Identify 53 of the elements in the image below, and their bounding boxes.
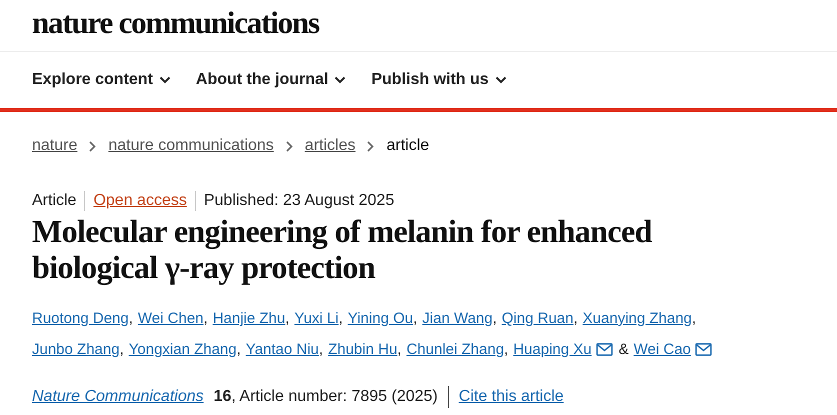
- breadcrumb-link[interactable]: articles: [304, 137, 356, 155]
- volume-number: 16: [214, 388, 232, 406]
- mail-icon[interactable]: [694, 343, 712, 356]
- author-link[interactable]: Yongxian Zhang: [128, 334, 237, 365]
- journal-link[interactable]: Nature Communications: [32, 388, 204, 406]
- author-link[interactable]: Junbo Zhang: [32, 334, 120, 365]
- separator: ,: [236, 340, 241, 360]
- author-link[interactable]: Chunlei Zhang: [406, 334, 504, 365]
- separator: ,: [692, 309, 696, 329]
- author-link[interactable]: Xuanying Zhang: [582, 303, 692, 334]
- article-number: , Article number: 7895 (2025): [231, 388, 438, 406]
- chevron-icon: [158, 76, 171, 84]
- breadcrumb-current: article: [386, 137, 430, 155]
- chevron-icon: [367, 140, 374, 152]
- separator: ,: [285, 309, 290, 329]
- author-link[interactable]: Huaping Xu: [513, 334, 592, 365]
- separator: ,: [573, 309, 578, 329]
- author-link[interactable]: Hanjie Zhu: [212, 303, 286, 334]
- mail-icon[interactable]: [596, 343, 613, 356]
- breadcrumb-link[interactable]: nature: [32, 137, 78, 155]
- nav-menu[interactable]: About the journal: [196, 71, 346, 89]
- author-link[interactable]: Wei Cao: [634, 334, 691, 365]
- article-type: Article: [32, 192, 76, 210]
- separator: &: [618, 340, 629, 360]
- author-link[interactable]: Yantao Niu: [246, 334, 319, 365]
- chevron-icon: [494, 76, 507, 84]
- author-link[interactable]: Wei Chen: [138, 303, 204, 334]
- author-link[interactable]: Qing Ruan: [502, 303, 574, 334]
- author-link[interactable]: Yining Ou: [348, 303, 414, 334]
- author-link[interactable]: Zhubin Hu: [328, 334, 398, 365]
- author-link[interactable]: Ruotong Deng: [32, 303, 129, 334]
- separator: ,: [338, 309, 343, 329]
- author-link[interactable]: Jian Wang: [422, 303, 493, 334]
- separator: ,: [128, 309, 133, 329]
- separator: ,: [204, 309, 208, 329]
- separator: ,: [397, 340, 402, 360]
- chevron-icon: [334, 76, 346, 84]
- separator: ,: [504, 340, 508, 360]
- open-access-link[interactable]: Open access: [93, 192, 187, 210]
- author-link[interactable]: Yuxi Li: [294, 303, 339, 334]
- nav-menu[interactable]: Explore content: [32, 71, 171, 89]
- separator: ,: [120, 340, 124, 360]
- separator: ,: [318, 340, 324, 360]
- breadcrumb-link[interactable]: nature communications: [108, 137, 274, 155]
- separator: ,: [413, 309, 418, 329]
- chevron-icon: [286, 140, 293, 152]
- article-title: Molecular engineering of melanin for enhanced biological γ-ray protection: [31, 213, 653, 285]
- published-date: Published: 23 August 2025: [204, 192, 394, 210]
- journal-logo[interactable]: nature communications: [32, 4, 319, 40]
- cite-link[interactable]: Cite this article: [458, 388, 564, 406]
- separator: ,: [492, 309, 497, 329]
- chevron-icon: [89, 140, 96, 152]
- nav-menu[interactable]: Publish with us: [371, 71, 507, 89]
